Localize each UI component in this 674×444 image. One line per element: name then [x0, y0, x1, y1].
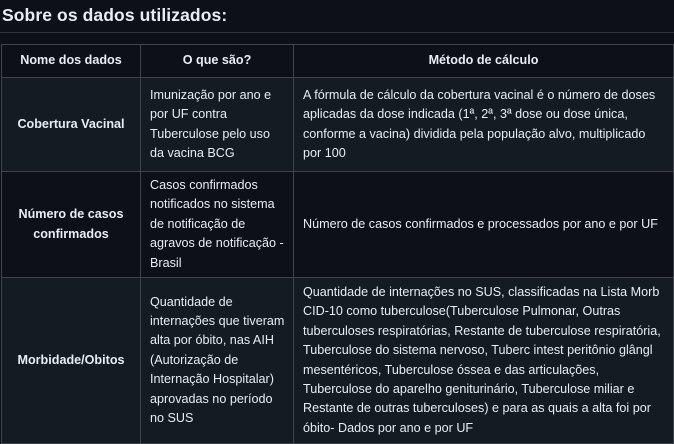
- page: Sobre os dados utilizados: Nome dos dado…: [0, 0, 674, 444]
- row-name-cell: Cobertura Vacinal: [1, 77, 141, 172]
- row-method-cell: A fórmula de cálculo da cobertura vacina…: [293, 77, 674, 172]
- table-row: Cobertura Vacinal Imunização por ano e p…: [1, 77, 674, 172]
- row-what-cell: Imunização por ano e por UF contra Tuber…: [140, 77, 294, 172]
- column-header-name: Nome dos dados: [1, 44, 141, 78]
- row-method-cell: Número de casos confirmados e processado…: [293, 170, 674, 279]
- data-table: Nome dos dados O que são? Método de cálc…: [1, 44, 674, 444]
- column-header-method: Método de cálculo: [293, 44, 674, 78]
- column-header-what: O que são?: [140, 44, 294, 78]
- row-what-cell: Casos confirmados notificados no sistema…: [140, 170, 294, 279]
- title-divider: [0, 32, 674, 33]
- row-method-cell: Quantidade de internações no SUS, classi…: [293, 277, 674, 444]
- section-title: Sobre os dados utilizados:: [2, 5, 228, 25]
- row-name-cell: Número de casos confirmados: [1, 170, 141, 279]
- row-what-cell: Quantidade de internações que tiveram al…: [140, 277, 294, 444]
- table-row: Morbidade/Obitos Quantidade de internaçõ…: [1, 277, 674, 444]
- row-name-cell: Morbidade/Obitos: [1, 277, 141, 444]
- table-row: Número de casos confirmados Casos confir…: [1, 170, 674, 279]
- table-header-row: Nome dos dados O que são? Método de cálc…: [1, 44, 674, 78]
